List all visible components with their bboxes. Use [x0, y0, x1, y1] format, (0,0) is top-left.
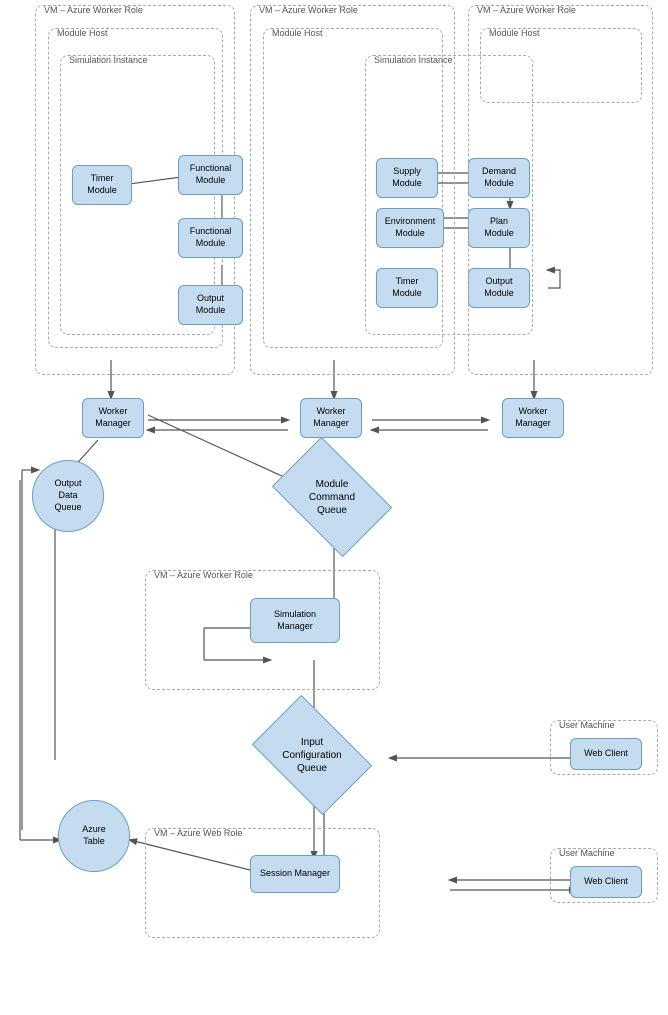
timer-module-2: Timer Module — [376, 268, 438, 308]
timer-module-1: Timer Module — [72, 165, 132, 205]
simulation-instance-2-label: Simulation Instance — [374, 55, 453, 65]
user-machine-1-label: User Machine — [559, 720, 615, 730]
module-host-2-label: Module Host — [272, 28, 323, 38]
user-machine-2-label: User Machine — [559, 848, 615, 858]
simulation-instance-1-label: Simulation Instance — [69, 55, 148, 65]
vm-web-role-label: VM – Azure Web Role — [154, 828, 242, 838]
web-client-1: Web Client — [570, 738, 642, 770]
module-host-3-container: Module Host — [480, 28, 642, 103]
web-client-2: Web Client — [570, 866, 642, 898]
module-host-3-label: Module Host — [489, 28, 540, 38]
output-data-queue: Output Data Queue — [32, 460, 104, 532]
azure-table: Azure Table — [58, 800, 130, 872]
worker-manager-2: Worker Manager — [300, 398, 362, 438]
simulation-manager: Simulation Manager — [250, 598, 340, 643]
vm-worker-role-3-label: VM – Azure Worker Role — [477, 5, 576, 15]
output-module-1: Output Module — [178, 285, 243, 325]
environment-module: Environment Module — [376, 208, 444, 248]
worker-manager-3: Worker Manager — [502, 398, 564, 438]
input-config-queue: Input Configuration Queue — [262, 720, 362, 790]
module-host-1-label: Module Host — [57, 28, 108, 38]
worker-manager-1: Worker Manager — [82, 398, 144, 438]
module-command-queue: Module Command Queue — [282, 462, 382, 532]
functional-module-1: Functional Module — [178, 155, 243, 195]
vm-worker-role-1-label: VM – Azure Worker Role — [44, 5, 143, 15]
vm-worker-role-bottom-label: VM – Azure Worker Role — [154, 570, 253, 580]
vm-worker-role-2-label: VM – Azure Worker Role — [259, 5, 358, 15]
supply-module: Supply Module — [376, 158, 438, 198]
functional-module-2: Functional Module — [178, 218, 243, 258]
session-manager: Session Manager — [250, 855, 340, 893]
architecture-diagram: VM – Azure Worker Role Module Host Simul… — [0, 0, 668, 1015]
